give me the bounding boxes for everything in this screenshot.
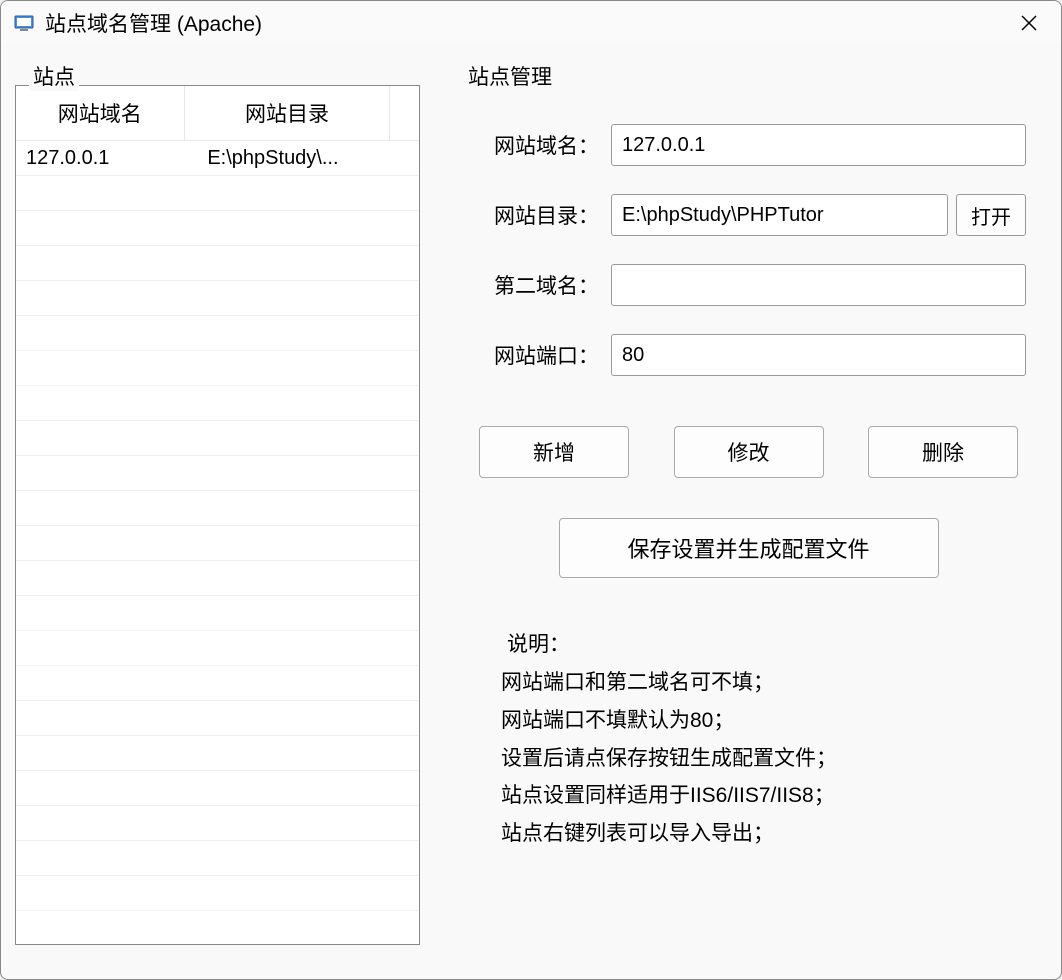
- row-domain: 网站域名：: [471, 124, 1026, 166]
- add-button[interactable]: 新增: [479, 426, 629, 478]
- app-icon: [13, 12, 35, 34]
- empty-row: [16, 701, 419, 736]
- input-port[interactable]: [611, 334, 1026, 376]
- save-button[interactable]: 保存设置并生成配置文件: [559, 518, 939, 578]
- empty-row: [16, 841, 419, 876]
- col-dir: 网站目录: [185, 86, 391, 140]
- label-second-domain: 第二域名：: [471, 270, 611, 300]
- row-dir: 网站目录： 打开: [471, 194, 1026, 236]
- empty-row: [16, 351, 419, 386]
- label-port: 网站端口：: [471, 340, 611, 370]
- help-line: 站点设置同样适用于IIS6/IIS7/IIS8；: [501, 777, 1026, 815]
- close-button[interactable]: [1009, 3, 1049, 43]
- table-body[interactable]: 127.0.0.1 E:\phpStudy\...: [16, 141, 419, 945]
- empty-row: [16, 386, 419, 421]
- row-second-domain: 第二域名：: [471, 264, 1026, 306]
- cell-dir: E:\phpStudy\...: [197, 143, 419, 174]
- empty-row: [16, 176, 419, 211]
- help-line: 设置后请点保存按钮生成配置文件；: [501, 740, 1026, 778]
- empty-row: [16, 421, 419, 456]
- cell-domain: 127.0.0.1: [16, 143, 197, 174]
- modify-button[interactable]: 修改: [674, 426, 824, 478]
- help-title: 说明：: [501, 628, 1026, 658]
- site-list-legend: 站点: [29, 61, 79, 91]
- empty-row: [16, 911, 419, 945]
- empty-row: [16, 561, 419, 596]
- col-domain: 网站域名: [16, 86, 185, 140]
- site-manage-legend: 站点管理: [464, 61, 556, 91]
- empty-row: [16, 456, 419, 491]
- empty-row: [16, 736, 419, 771]
- empty-row: [16, 211, 419, 246]
- help-area: 说明： 网站端口和第二域名可不填； 网站端口不填默认为80； 设置后请点保存按钮…: [471, 628, 1026, 853]
- form-area: 网站域名： 网站目录： 打开 第二域名： 网站端口： 新增: [450, 85, 1047, 874]
- empty-row: [16, 666, 419, 701]
- table-row[interactable]: 127.0.0.1 E:\phpStudy\...: [16, 141, 419, 176]
- site-list-group: 站点 网站域名 网站目录 127.0.0.1 E:\phpStudy\...: [15, 65, 420, 965]
- row-port: 网站端口：: [471, 334, 1026, 376]
- action-buttons: 新增 修改 删除: [471, 426, 1026, 478]
- content-area: 站点 网站域名 网站目录 127.0.0.1 E:\phpStudy\...: [1, 45, 1061, 979]
- empty-row: [16, 806, 419, 841]
- empty-row: [16, 771, 419, 806]
- empty-row: [16, 246, 419, 281]
- empty-row: [16, 281, 419, 316]
- empty-row: [16, 316, 419, 351]
- input-second-domain[interactable]: [611, 264, 1026, 306]
- site-table[interactable]: 网站域名 网站目录 127.0.0.1 E:\phpStudy\...: [15, 85, 420, 945]
- input-dir[interactable]: [611, 194, 948, 236]
- help-line: 网站端口和第二域名可不填；: [501, 664, 1026, 702]
- window-title: 站点域名管理 (Apache): [45, 8, 1009, 38]
- label-domain: 网站域名：: [471, 130, 611, 160]
- empty-row: [16, 491, 419, 526]
- open-button[interactable]: 打开: [956, 194, 1026, 236]
- input-domain[interactable]: [611, 124, 1026, 166]
- table-header: 网站域名 网站目录: [16, 86, 419, 141]
- empty-row: [16, 631, 419, 666]
- save-row: 保存设置并生成配置文件: [471, 518, 1026, 578]
- help-line: 站点右键列表可以导入导出；: [501, 815, 1026, 853]
- dialog-window: 站点域名管理 (Apache) 站点 网站域名 网站目录 127.0.0.1: [0, 0, 1062, 980]
- label-dir: 网站目录：: [471, 200, 611, 230]
- delete-button[interactable]: 删除: [868, 426, 1018, 478]
- help-line: 网站端口不填默认为80；: [501, 702, 1026, 740]
- site-manage-group: 站点管理 网站域名： 网站目录： 打开 第二域名： 网站端口：: [450, 65, 1047, 965]
- titlebar: 站点域名管理 (Apache): [1, 1, 1061, 45]
- empty-row: [16, 526, 419, 561]
- col-spacer: [390, 86, 419, 140]
- empty-row: [16, 876, 419, 911]
- empty-row: [16, 596, 419, 631]
